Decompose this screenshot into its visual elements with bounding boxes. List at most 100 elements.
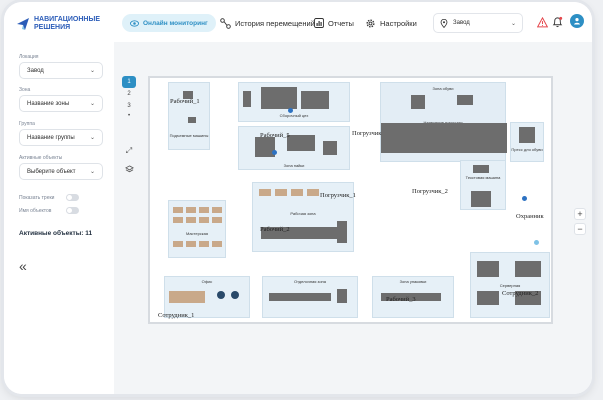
alert-triangle-icon[interactable]	[537, 17, 548, 28]
floor-1-button[interactable]: 1	[122, 76, 136, 88]
tab-settings[interactable]: Настройки	[365, 14, 417, 32]
top-bar: Онлайн мониторинг История перемещений От…	[114, 2, 592, 42]
tab-history-label: История перемещений	[235, 18, 315, 28]
collapse-sidebar-icon[interactable]: «	[19, 258, 27, 274]
trail-toggle[interactable]	[66, 194, 79, 201]
table-block	[275, 189, 287, 196]
trail-toggle-label: Показать треки	[19, 194, 55, 201]
server-rack	[515, 261, 541, 277]
gear-icon	[366, 18, 375, 28]
object-label-employee-1[interactable]: Сотрудник_1	[158, 312, 194, 319]
machine-block	[457, 95, 473, 105]
zone-lifting-label: Подъемные машины	[169, 133, 209, 138]
machine-block	[323, 141, 337, 155]
table-block	[186, 241, 196, 247]
server-rack	[477, 261, 499, 277]
tab-settings-label: Настройки	[380, 18, 417, 28]
location-select[interactable]: Завод ⌄	[19, 62, 103, 79]
chair-block	[231, 291, 239, 299]
zoom-in-button[interactable]: +	[574, 208, 586, 220]
site-value: Завод	[453, 20, 470, 26]
tab-monitoring[interactable]: Онлайн мониторинг	[122, 14, 216, 32]
zone-assembly-label: Сборочный цех	[279, 113, 309, 118]
object-marker[interactable]	[272, 150, 277, 155]
table-block	[212, 217, 222, 223]
object-marker[interactable]	[522, 196, 527, 201]
zone-soldering-label: Зона пайки	[283, 163, 305, 168]
zone-lifting[interactable]: Подъемные машины	[168, 82, 210, 150]
location-label: Локация	[19, 54, 39, 60]
zone-office-label: Офис	[201, 279, 213, 284]
object-label-employee-2[interactable]: Сотрудник_2	[502, 290, 538, 297]
zone-soldering[interactable]: Зона пайки	[238, 126, 350, 170]
object-label-worker-3[interactable]: Рабочий_3	[386, 296, 416, 303]
table-block	[173, 241, 183, 247]
machine-block	[188, 117, 196, 123]
object-label-loader[interactable]: Погрузчик	[352, 130, 381, 137]
table-block	[199, 217, 209, 223]
machine-block	[243, 91, 251, 107]
bell-icon[interactable]	[552, 16, 563, 28]
object-marker[interactable]	[288, 108, 293, 113]
names-toggle-row: Имя объектов	[19, 207, 79, 214]
object-value: Выберите объект	[27, 168, 76, 175]
map-area[interactable]: 1 2 3 • ⤢ Подъемные машины Сборочный цех	[114, 42, 592, 394]
group-value: Название группы	[27, 134, 75, 141]
avatar[interactable]	[570, 14, 584, 28]
zone-shoes[interactable]: Зона обуви Нанесение покрытия	[380, 82, 507, 162]
names-toggle[interactable]	[66, 207, 79, 214]
zone-assembly[interactable]: Сборочный цех	[238, 82, 350, 122]
location-value: Завод	[27, 67, 44, 74]
brand-line-1: НАВИГАЦИОННЫЕ	[34, 16, 101, 23]
zone-textile[interactable]: Текстовая машина	[460, 160, 506, 210]
object-label-worker-2[interactable]: Рабочий_2	[260, 226, 290, 233]
zone-press[interactable]: Пресс для обуви	[510, 122, 544, 162]
tab-history[interactable]: История перемещений	[220, 14, 315, 32]
finishing-line	[269, 293, 331, 301]
object-label-loader-1[interactable]: Погрузчик_1	[320, 192, 356, 199]
zone-workshop[interactable]: Мастерская	[168, 200, 226, 258]
tab-reports[interactable]: Отчеты	[314, 14, 354, 32]
machine-block	[471, 191, 491, 207]
object-label-worker-1[interactable]: Рабочий_1	[170, 98, 200, 105]
site-select[interactable]: Завод ⌄	[433, 13, 523, 33]
route-icon	[220, 17, 231, 29]
machine-block	[411, 95, 425, 109]
object-label: Активные объекты	[19, 155, 63, 161]
expand-icon[interactable]: ⤢	[122, 144, 136, 158]
object-label-worker-5[interactable]: Рабочий_5	[260, 132, 290, 139]
object-label-guard[interactable]: Охранник	[516, 213, 544, 220]
zone-workzone-label: Рабочая зона	[290, 211, 316, 216]
zone-server[interactable]: Серверная	[470, 252, 550, 318]
object-label-loader-2[interactable]: Погрузчик_2	[412, 188, 448, 195]
floor-more-indicator: •	[127, 113, 131, 119]
floor-2-button[interactable]: 2	[122, 88, 136, 100]
sidebar: НАВИГАЦИОННЫЕ РЕШЕНИЯ Локация Завод ⌄ Зо…	[4, 2, 115, 394]
zone-finishing-label: Отделочная зона	[294, 279, 326, 284]
layers-icon[interactable]	[122, 162, 136, 176]
zoom-out-button[interactable]: −	[574, 223, 586, 235]
group-select[interactable]: Название группы ⌄	[19, 129, 103, 146]
logo-icon	[17, 18, 29, 30]
machine-block	[337, 221, 347, 243]
floor-3-button[interactable]: 3	[122, 100, 136, 112]
group-label: Группа	[19, 121, 35, 127]
user-icon	[574, 18, 580, 25]
zone-server-label: Серверная	[499, 283, 521, 288]
table-block	[307, 189, 319, 196]
zone-label: Зона	[19, 87, 31, 93]
chart-icon	[314, 18, 324, 28]
table-block	[173, 217, 183, 223]
object-marker[interactable]	[534, 240, 539, 245]
zone-textile-label: Текстовая машина	[465, 175, 501, 180]
object-select[interactable]: Выберите объект ⌄	[19, 163, 103, 180]
eye-icon	[130, 19, 139, 27]
zone-finishing[interactable]: Отделочная зона	[262, 276, 358, 318]
location-pin-icon	[440, 18, 448, 28]
table-block	[186, 207, 196, 213]
layers-shape	[124, 164, 134, 172]
machine-block	[301, 91, 329, 109]
zone-select[interactable]: Название зоны ⌄	[19, 95, 103, 112]
table-block	[199, 241, 209, 247]
table-block	[291, 189, 303, 196]
